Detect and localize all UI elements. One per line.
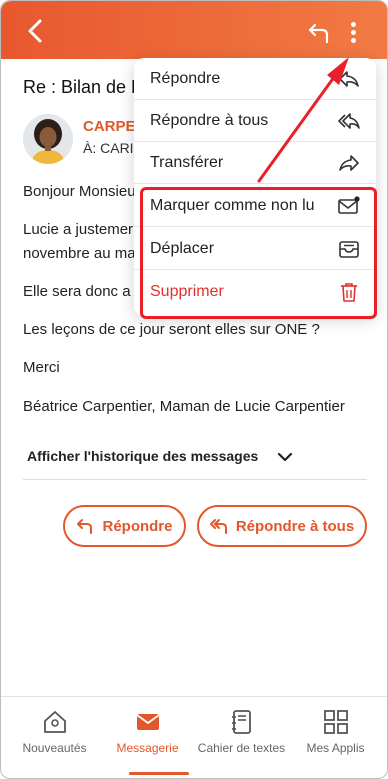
mail-icon	[135, 714, 160, 730]
nav-label: Mes Applis	[306, 741, 365, 755]
nav-item-cahier-de-textes[interactable]: Cahier de textes	[193, 697, 290, 778]
apps-grid-icon	[323, 710, 348, 734]
reply-button[interactable]: Répondre	[63, 505, 186, 547]
more-options-icon[interactable]	[345, 19, 363, 47]
reply-icon	[339, 71, 359, 87]
back-arrow-icon[interactable]	[23, 18, 49, 44]
reply-button-label: Répondre	[102, 517, 173, 535]
top-app-bar	[1, 1, 387, 59]
nav-label: Messagerie	[116, 741, 179, 755]
menu-item-repondre[interactable]: Répondre	[134, 58, 376, 100]
reply-all-button-label: Répondre à tous	[235, 517, 355, 535]
recipient-line: À: CARI	[83, 140, 134, 156]
menu-item-repondre-a-tous[interactable]: Répondre à tous	[134, 100, 376, 142]
home-icon	[43, 711, 66, 733]
email-signature: Béatrice Carpentier, Maman de Lucie Carp…	[23, 398, 345, 415]
menu-item-label: Répondre	[150, 70, 221, 87]
reply-icon	[77, 519, 93, 534]
nav-label: Nouveautés	[22, 741, 87, 755]
sender-name: CARPE	[83, 118, 136, 135]
mail-screen: Re : Bilan de L CARPE À: CARI Bonjour Mo…	[0, 0, 388, 779]
nav-label: Cahier de textes	[197, 741, 286, 755]
reply-all-button[interactable]: Répondre à tous	[197, 505, 367, 547]
nav-item-messagerie[interactable]: Messagerie	[99, 697, 196, 778]
bottom-navigation: Nouveautés Messagerie Cahier de textes M…	[1, 696, 387, 778]
notebook-icon	[231, 710, 251, 734]
highlight-box	[140, 187, 377, 319]
reply-all-icon	[338, 113, 360, 129]
reply-icon[interactable]	[307, 22, 331, 44]
menu-item-transferer[interactable]: Transférer	[134, 142, 376, 184]
chevron-down-icon[interactable]	[276, 448, 294, 466]
email-subject: Re : Bilan de L	[23, 77, 142, 97]
email-paragraph: Les leçons de ce jour seront elles sur O…	[23, 321, 320, 338]
menu-item-label: Transférer	[150, 154, 224, 171]
nav-item-nouveautes[interactable]: Nouveautés	[6, 697, 103, 778]
nav-item-mes-applis[interactable]: Mes Applis	[287, 697, 384, 778]
forward-icon	[339, 155, 359, 171]
menu-item-label: Répondre à tous	[150, 112, 269, 129]
email-paragraph: Merci	[23, 359, 60, 376]
reply-all-icon	[209, 519, 227, 534]
sender-avatar	[23, 114, 73, 164]
active-tab-indicator	[129, 772, 189, 775]
divider	[23, 479, 367, 480]
show-history-link[interactable]: Afficher l'historique des messages	[27, 448, 258, 464]
